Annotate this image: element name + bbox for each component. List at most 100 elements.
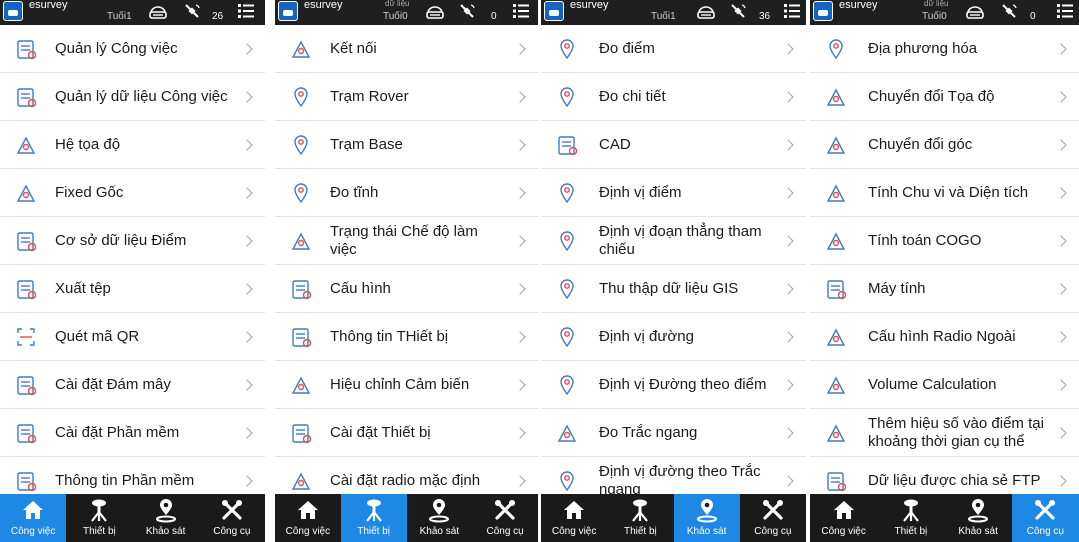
tab-tools[interactable]: Công cụ — [472, 494, 538, 542]
list-item[interactable]: Định vị đường theo Trắc ngang — [541, 457, 806, 494]
mode-top-label: dữ liệu — [924, 0, 949, 8]
list-item[interactable]: Chuyển đổi Tọa độ — [810, 73, 1079, 121]
tab-home[interactable]: Công việc — [541, 494, 607, 542]
satellite-icon[interactable] — [999, 2, 1019, 20]
list-item[interactable]: Cài đặt Phần mềm — [0, 409, 265, 457]
list-item-label: Volume Calculation — [868, 375, 997, 393]
tab-device[interactable]: Thiết bị — [877, 494, 944, 542]
tab-survey-pin[interactable]: Khảo sát — [673, 494, 740, 542]
list-item-label: Quản lý dữ liệu Công việc — [55, 87, 228, 105]
list-item[interactable]: Máy tính — [810, 265, 1079, 313]
tab-tools[interactable]: Công cụ — [740, 494, 806, 542]
list-item[interactable]: Định vị điểm — [541, 169, 806, 217]
tab-tools[interactable]: Công cụ — [199, 494, 265, 542]
tab-survey-pin[interactable]: Khảo sát — [133, 494, 199, 542]
tab-device[interactable]: Thiết bị — [66, 494, 132, 542]
list-item[interactable]: Địa phương hóa — [810, 25, 1079, 73]
list-item[interactable]: Cấu hình — [275, 265, 538, 313]
list-item[interactable]: Thêm hiệu số vào điểm tại khoảng thời gi… — [810, 409, 1079, 457]
list-item[interactable]: Trạm Rover — [275, 73, 538, 121]
tab-tools[interactable]: Công cụ — [1011, 494, 1079, 542]
tab-home[interactable]: Công việc — [0, 494, 67, 542]
tab-survey-pin[interactable]: Khảo sát — [945, 494, 1012, 542]
chevron-right-icon — [1055, 330, 1067, 343]
list-item-label: Hệ tọa độ — [55, 135, 121, 153]
chevron-right-icon — [514, 186, 526, 199]
list-item-label: Tính toán COGO — [868, 231, 982, 249]
headset-icon[interactable] — [696, 2, 716, 20]
list-item[interactable]: Tính toán COGO — [810, 217, 1079, 265]
cloud-settings-icon — [14, 373, 38, 397]
list-item[interactable]: Kết nối — [275, 25, 538, 73]
tab-survey-pin[interactable]: Khảo sát — [407, 494, 473, 542]
survey-pin-icon — [694, 497, 720, 523]
list-item[interactable]: Fixed Gốc — [0, 169, 265, 217]
headset-icon[interactable] — [425, 2, 445, 20]
tab-label: Công việc — [10, 526, 56, 537]
headset-icon[interactable] — [148, 2, 168, 20]
work-mode-label: Tuối1 — [107, 11, 132, 22]
list-item[interactable]: Cấu hình Radio Ngoài — [810, 313, 1079, 361]
list-item[interactable]: Thu thập dữ liệu GIS — [541, 265, 806, 313]
tab-home[interactable]: Công việc — [810, 494, 877, 542]
list-item[interactable]: Thông tin THiết bị — [275, 313, 538, 361]
menu-list: Kết nối Trạm Rover Trạm Base Đo tĩnh Trạng t… — [275, 25, 538, 494]
list-item-label: Kết nối — [330, 39, 377, 57]
list-item[interactable]: Định vị đường — [541, 313, 806, 361]
list-item[interactable]: Xuất tệp — [0, 265, 265, 313]
chevron-right-icon — [1055, 474, 1067, 487]
app-logo-icon — [3, 1, 23, 21]
list-item[interactable]: Cài đặt radio mặc định — [275, 457, 538, 494]
list-item-label: Đo chi tiết — [599, 87, 666, 105]
tab-label: Thiết bị — [623, 526, 657, 537]
satellite-icon[interactable] — [182, 2, 202, 20]
list-item[interactable]: Cài đặt Thiết bị — [275, 409, 538, 457]
list-item[interactable]: Trạm Base — [275, 121, 538, 169]
list-item[interactable]: Đo điểm — [541, 25, 806, 73]
list-item[interactable]: Quản lý Công việc — [0, 25, 265, 73]
menu-icon[interactable] — [511, 2, 531, 20]
app-name: esurvey — [570, 0, 609, 11]
list-item[interactable]: Tính Chu vi và Diện tích — [810, 169, 1079, 217]
list-item[interactable]: Chuyển đổi góc — [810, 121, 1079, 169]
menu-icon[interactable] — [782, 2, 802, 20]
satellite-count: 36 — [759, 11, 771, 22]
satellite-icon[interactable] — [728, 2, 748, 20]
list-item[interactable]: Đo Trắc ngang — [541, 409, 806, 457]
tab-device[interactable]: Thiết bị — [607, 494, 673, 542]
status-bar: esurvey dữ liệu Tuối0 0 — [275, 0, 538, 25]
list-item[interactable]: Dữ liệu được chia sẻ FTP — [810, 457, 1079, 494]
list-item[interactable]: Thông tin Phần mềm — [0, 457, 265, 494]
list-item-label: Trạm Rover — [330, 87, 409, 105]
fixed-origin-icon — [14, 181, 38, 205]
list-item[interactable]: Cơ sở dữ liệu Điểm — [0, 217, 265, 265]
list-item[interactable]: Cài đặt Đám mây — [0, 361, 265, 409]
device-icon — [361, 497, 387, 523]
satellite-icon[interactable] — [457, 2, 477, 20]
list-item-label: CAD — [599, 135, 631, 153]
list-item[interactable]: CAD — [541, 121, 806, 169]
list-item[interactable]: Định vị đoạn thẳng tham chiếu — [541, 217, 806, 265]
device-icon — [627, 497, 653, 523]
list-item-label: Định vị Đường theo điểm — [599, 375, 767, 393]
menu-icon[interactable] — [236, 2, 256, 20]
list-item-label: Tính Chu vi và Diện tích — [868, 183, 1029, 201]
list-item[interactable]: Hệ tọa độ — [0, 121, 265, 169]
tab-device[interactable]: Thiết bị — [340, 494, 407, 542]
headset-icon[interactable] — [965, 2, 985, 20]
satellite-count: 26 — [212, 11, 224, 22]
list-item[interactable]: Quản lý dữ liệu Công việc — [0, 73, 265, 121]
list-item[interactable]: Trạng thái Chế độ làm việc — [275, 217, 538, 265]
list-item[interactable]: Quét mã QR — [0, 313, 265, 361]
list-item[interactable]: Đo chi tiết — [541, 73, 806, 121]
list-item[interactable]: Volume Calculation — [810, 361, 1079, 409]
list-item[interactable]: Hiệu chỉnh Cảm biến — [275, 361, 538, 409]
list-item[interactable]: Định vị Đường theo điểm — [541, 361, 806, 409]
chevron-right-icon — [782, 42, 794, 55]
tools-icon — [1032, 497, 1058, 523]
home-icon — [561, 497, 587, 523]
menu-icon[interactable] — [1055, 2, 1075, 20]
list-item-label: Cơ sở dữ liệu Điểm — [55, 231, 187, 249]
tab-home[interactable]: Công việc — [275, 494, 341, 542]
list-item[interactable]: Đo tĩnh — [275, 169, 538, 217]
